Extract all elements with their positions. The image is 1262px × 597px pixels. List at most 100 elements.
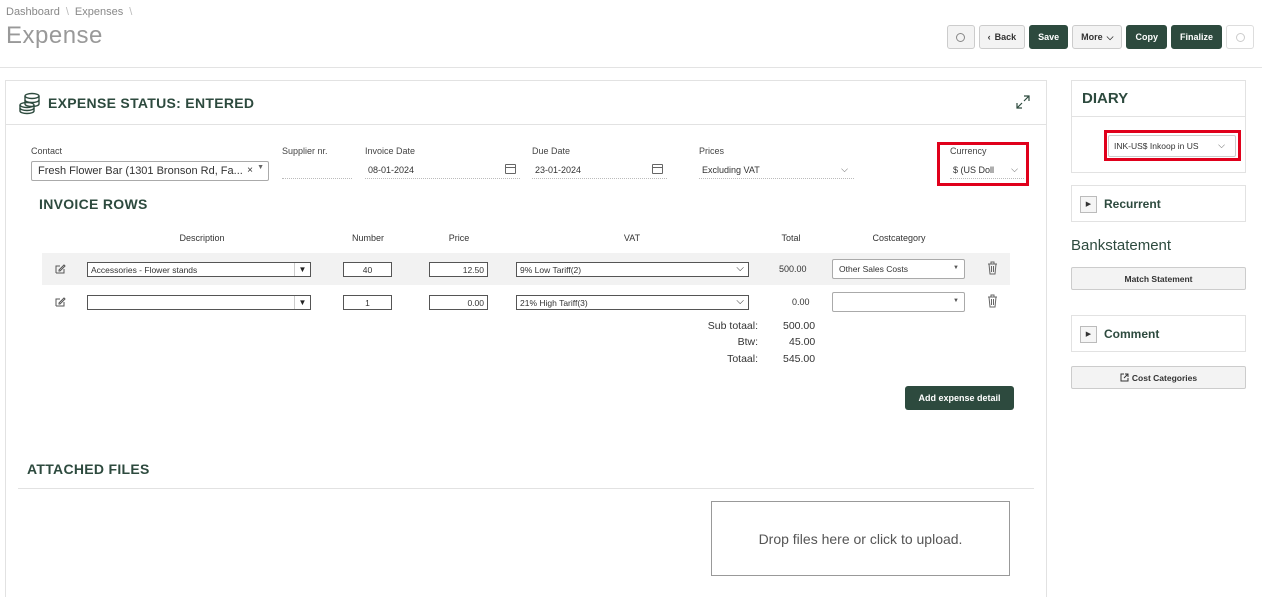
- contact-value: Fresh Flower Bar (1301 Bronson Rd, Fa...: [38, 165, 243, 177]
- vat-select[interactable]: 21% High Tariff(3) ⌵: [516, 295, 749, 310]
- dropdown-arrow-icon: ▼: [953, 298, 959, 304]
- invoice-date-value: 08-01-2024: [368, 164, 415, 175]
- vat-select[interactable]: 9% Low Tariff(2) ⌵: [516, 262, 749, 277]
- costcategory-select[interactable]: ▼: [832, 292, 965, 312]
- diary-highlight: [1104, 130, 1241, 161]
- dropdown-arrow-icon: ▼: [953, 265, 959, 271]
- price-input[interactable]: 12.50: [429, 262, 488, 277]
- col-total: Total: [781, 233, 801, 243]
- contact-select[interactable]: Fresh Flower Bar (1301 Bronson Rd, Fa...…: [31, 161, 269, 181]
- due-date-label: Due Date: [532, 146, 571, 156]
- trash-icon[interactable]: [987, 294, 998, 308]
- more-label: More: [1081, 32, 1103, 42]
- currency-highlight: [937, 142, 1029, 186]
- calendar-icon[interactable]: [505, 164, 516, 174]
- history-icon: [956, 32, 966, 42]
- file-dropzone[interactable]: Drop files here or click to upload.: [711, 501, 1010, 576]
- prices-value: Excluding VAT: [702, 164, 760, 175]
- header-divider: [0, 67, 1262, 68]
- col-description: Description: [179, 233, 225, 243]
- comment-panel[interactable]: ▶ Comment: [1071, 315, 1246, 352]
- expense-status-title: EXPENSE STATUS: ENTERED: [48, 94, 255, 111]
- invoice-date-input[interactable]: 08-01-2024: [365, 161, 520, 179]
- due-date-input[interactable]: 23-01-2024: [532, 161, 667, 179]
- recurrent-label: Recurrent: [1104, 197, 1161, 211]
- contact-label: Contact: [31, 146, 63, 156]
- col-number: Number: [351, 233, 384, 243]
- dropdown-arrow-icon: ▼: [257, 164, 264, 171]
- back-label: Back: [994, 32, 1017, 42]
- more-button[interactable]: More ⌵: [1072, 25, 1123, 49]
- diary-divider: [1072, 116, 1245, 117]
- description-input[interactable]: ▼: [87, 295, 311, 310]
- col-vat: VAT: [623, 233, 641, 243]
- number-input[interactable]: 1: [343, 295, 392, 310]
- recurrent-toggle[interactable]: ▶ Recurrent: [1072, 186, 1245, 222]
- comment-toggle[interactable]: ▶ Comment: [1072, 316, 1245, 352]
- attached-files-title: ATTACHED FILES: [27, 461, 150, 477]
- invoice-rows-title: INVOICE ROWS: [39, 196, 148, 212]
- toolbar: ‹ Back Save More ⌵ Copy Finalize: [946, 25, 1254, 49]
- expand-icon[interactable]: [1016, 95, 1030, 109]
- subtotal-label: Sub totaal:: [707, 320, 758, 332]
- subtotal-value: 500.00: [783, 320, 816, 332]
- chevron-down-icon: ⌵: [736, 263, 744, 274]
- due-date-value: 23-01-2024: [535, 164, 582, 175]
- description-value: Accessories - Flower stands: [91, 264, 198, 275]
- page-title: Expense: [6, 22, 103, 49]
- dropdown-arrow-icon[interactable]: ▼: [294, 296, 310, 309]
- trash-icon[interactable]: [987, 261, 998, 275]
- costcategory-select[interactable]: Other Sales Costs ▼: [832, 259, 965, 279]
- recurrent-panel[interactable]: ▶ Recurrent: [1071, 185, 1246, 222]
- vat-value: 9% Low Tariff(2): [520, 264, 582, 275]
- number-input[interactable]: 40: [343, 262, 392, 277]
- diary-title: DIARY: [1082, 90, 1129, 107]
- chevron-down-icon: ⌵: [841, 164, 848, 174]
- costcategory-value: Other Sales Costs: [839, 264, 908, 274]
- supplier-label: Supplier nr.: [282, 146, 328, 156]
- description-input[interactable]: Accessories - Flower stands ▼: [87, 262, 311, 277]
- breadcrumb-dashboard[interactable]: Dashboard: [6, 6, 60, 18]
- prices-label: Prices: [699, 146, 725, 156]
- row-total: 500.00: [779, 264, 807, 274]
- breadcrumb-separator: \: [129, 6, 133, 18]
- cost-categories-label: Cost Categories: [1131, 372, 1198, 383]
- history-button[interactable]: [946, 25, 975, 49]
- supplier-input[interactable]: [282, 161, 352, 179]
- btw-label: Btw:: [737, 336, 758, 348]
- calendar-icon[interactable]: [652, 164, 663, 174]
- btw-value: 45.00: [789, 336, 816, 348]
- info-icon: [1235, 32, 1245, 42]
- dropdown-arrow-icon[interactable]: ▼: [294, 263, 310, 276]
- external-link-icon: [1120, 373, 1129, 382]
- chevron-down-icon: ⌵: [736, 296, 744, 307]
- match-statement-button[interactable]: Match Statement: [1071, 267, 1246, 290]
- chevron-down-icon: ⌵: [1106, 31, 1114, 42]
- comment-label: Comment: [1104, 327, 1160, 341]
- price-input[interactable]: 0.00: [429, 295, 488, 310]
- bankstatement-title: Bankstatement: [1071, 237, 1172, 254]
- col-costcategory: Costcategory: [872, 233, 926, 243]
- row-total: 0.00: [792, 297, 810, 307]
- breadcrumb: Dashboard \ Expenses \: [6, 6, 132, 18]
- add-expense-detail-button[interactable]: Add expense detail: [905, 386, 1014, 410]
- edit-icon[interactable]: [54, 296, 66, 308]
- info-button[interactable]: [1226, 25, 1254, 49]
- clear-icon[interactable]: ×: [247, 165, 253, 176]
- save-button[interactable]: Save: [1029, 25, 1069, 49]
- breadcrumb-expenses[interactable]: Expenses: [75, 6, 123, 18]
- attached-divider: [18, 488, 1034, 489]
- finalize-button[interactable]: Finalize: [1170, 25, 1222, 49]
- cost-categories-button[interactable]: Cost Categories: [1071, 366, 1246, 389]
- prices-select[interactable]: Excluding VAT ⌵: [699, 161, 854, 179]
- coins-icon: [19, 92, 40, 114]
- vat-value: 21% High Tariff(3): [520, 297, 588, 308]
- expense-panel: EXPENSE STATUS: ENTERED Contact Fresh Fl…: [5, 80, 1047, 597]
- copy-button[interactable]: Copy: [1126, 25, 1167, 49]
- expense-status-header: EXPENSE STATUS: ENTERED: [6, 81, 1046, 125]
- back-button[interactable]: ‹ Back: [978, 25, 1026, 49]
- total-label: Totaal:: [727, 353, 758, 365]
- col-price: Price: [448, 233, 470, 243]
- play-icon: ▶: [1080, 195, 1097, 213]
- edit-icon[interactable]: [54, 263, 66, 275]
